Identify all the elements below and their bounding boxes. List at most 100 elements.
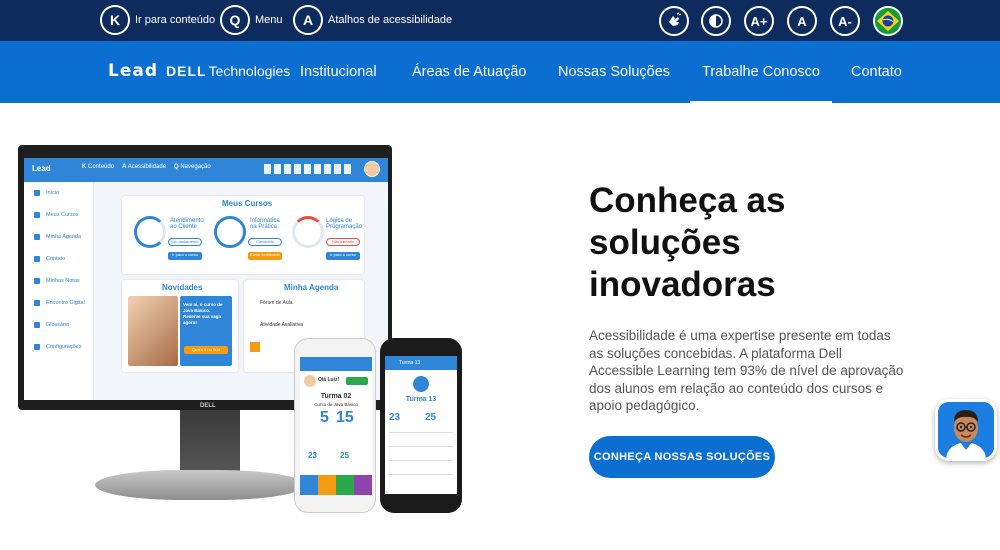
phone-greeting: Olá Luiz! [318,377,340,383]
skip-to-content-link[interactable]: K Ir para conteúdo [100,5,215,35]
lead-dell-logo[interactable]: Lead DELL Technologies [108,61,290,81]
hero-title-line: Conheça as [589,181,786,220]
phone-tab-bar [300,475,372,495]
conheca-nossas-solucoes-button[interactable]: CONHEÇA NOSSAS SOLUÇÕES [589,436,775,478]
skip-key-badge: K [100,5,130,35]
logo-dell-text: DELL [166,63,207,79]
chatbot-button[interactable] [935,399,997,461]
phone-stat-b: 25 [340,451,349,460]
phone-avatar [304,375,316,387]
nav-areas-de-atuacao[interactable]: Áreas de Atuação [412,41,526,103]
agenda-item: Atividade Avaliativa [260,322,303,328]
news-text: Vem aí, o curso de Java Básico. Reserve … [183,302,223,325]
black-phone: Turma 13 Turma 13 23 25 [380,338,462,513]
screen-toolbar-icons [264,164,354,174]
screen-sidebar-item: Meus Cursos [34,212,78,218]
course-button: Ir para o curso [326,252,360,260]
screen-sidebar-item: Contato [34,256,65,262]
screen-courses-card: Meus Cursos Atendimento ao Cliente Em an… [122,196,364,274]
skip-to-menu-label: Menu [255,14,283,26]
nav-institucional[interactable]: Institucional [300,41,377,103]
course-button: Ir para o curso [168,252,202,260]
hero-title: Conheça as soluções inovadoras [589,180,969,306]
screen-sidebar-item: Glossário [34,322,69,328]
course-name: Informática na Prática [250,218,280,230]
phone-big-number-right: 15 [336,409,354,426]
skip-to-menu-link[interactable]: Q Menu [220,5,283,35]
screen-sidebar-item: Minha Agenda [34,234,81,240]
font-decrease-button[interactable]: A- [830,6,860,36]
phone-big-number-left: 5 [320,409,329,426]
skip-key-badge: A [293,5,323,35]
course-name: Atendimento ao Cliente [170,218,204,230]
news-button: Quero ir na lista [184,346,228,354]
screen-shortcut-navigation: Q Navegação [174,164,211,170]
nav-contato[interactable]: Contato [851,41,902,103]
screen-sidebar: Início Meus Cursos Minha Agenda Contato … [24,182,94,400]
brazil-flag-icon [875,8,901,34]
screen-shortcut-content: K Conteúdo [82,164,115,170]
logo-lead-text: Lead [108,61,159,81]
screen-logo: Lead [32,164,51,173]
phone-badge [346,377,368,385]
accessibility-bar: K Ir para conteúdo Q Menu A Atalhos de a… [0,0,1000,41]
black-phone-screen: Turma 13 Turma 13 23 25 [385,356,457,494]
screen-news-card: Novidades Vem aí, o curso de Java Básico… [122,280,238,372]
screen-news-title: Novidades [162,283,203,292]
phone-stat-a: 23 [389,412,401,423]
skip-to-content-label: Ir para conteúdo [135,14,216,26]
hero-title-line: soluções [589,223,741,262]
news-photo [128,296,178,366]
course-name: Lógica de Programação [326,218,363,230]
white-phone: Olá Luiz! Turma 02 Curso de Java Básico … [294,338,376,513]
phone-stat-b: 25 [425,412,437,423]
monitor-brand: DELL [200,403,216,409]
contrast-icon [709,14,723,28]
course-button: Emitir certificado [248,252,282,260]
chatbot-avatar-icon [938,402,994,458]
course-progress-ring [214,216,246,248]
monitor-stand-base [95,470,305,500]
phone-header-title: Turma 13 [399,360,421,366]
course-progress-ring [292,216,324,248]
white-phone-screen: Olá Luiz! Turma 02 Curso de Java Básico … [300,357,372,495]
screen-sidebar-item: Encontro Digital [34,300,85,306]
white-phone-header [300,357,372,371]
course-progress-ring [134,216,166,248]
course-status: Em andamento [168,238,202,246]
sign-language-icon [669,12,682,26]
phone-class-icon [413,376,429,392]
course-status: Não iniciado [326,238,360,246]
screen-header: Lead K Conteúdo A Acessibilidade Q Naveg… [24,158,388,182]
agenda-marker [250,342,260,352]
hero-title-line: inovadoras [589,265,776,304]
hero-description: Acessibilidade é uma expertise presente … [589,328,904,413]
screen-courses-title: Meus Cursos [222,199,273,208]
accessibility-shortcuts-link[interactable]: A Atalhos de acessibilidade [293,5,452,35]
logo-technologies-text: Technologies [208,63,291,79]
main-navigation: Lead DELL Technologies Institucional Áre… [0,41,1000,103]
phone-class: Turma 02 [320,393,352,400]
accessibility-shortcuts-label: Atalhos de acessibilidade [328,14,453,26]
nav-trabalhe-conosco[interactable]: Trabalhe Conosco [690,41,832,103]
language-brazil-button[interactable] [873,6,903,36]
screen-avatar [364,161,380,177]
screen-sidebar-item: Início [34,190,59,196]
sign-language-button[interactable] [659,6,689,36]
screen-agenda-title: Minha Agenda [284,283,339,292]
news-banner: Vem aí, o curso de Java Básico. Reserve … [180,296,232,366]
monitor-stand-neck [180,410,240,472]
course-status: Concluído [248,238,282,246]
font-increase-button[interactable]: A+ [744,6,774,36]
agenda-item: Fórum de Aula [260,300,293,306]
font-reset-button[interactable]: A [787,6,817,36]
phone-stat-a: 23 [308,451,317,460]
screen-shortcut-accessibility: A Acessibilidade [122,164,167,170]
phone-course: Curso de Java Básico [314,402,358,407]
nav-nossas-solucoes[interactable]: Nossas Soluções [558,41,670,103]
skip-key-badge: Q [220,5,250,35]
black-phone-header: Turma 13 [385,356,457,370]
contrast-button[interactable] [701,6,731,36]
screen-sidebar-item: Minhas Notas [34,278,80,284]
screen-sidebar-item: Configurações [34,344,81,350]
